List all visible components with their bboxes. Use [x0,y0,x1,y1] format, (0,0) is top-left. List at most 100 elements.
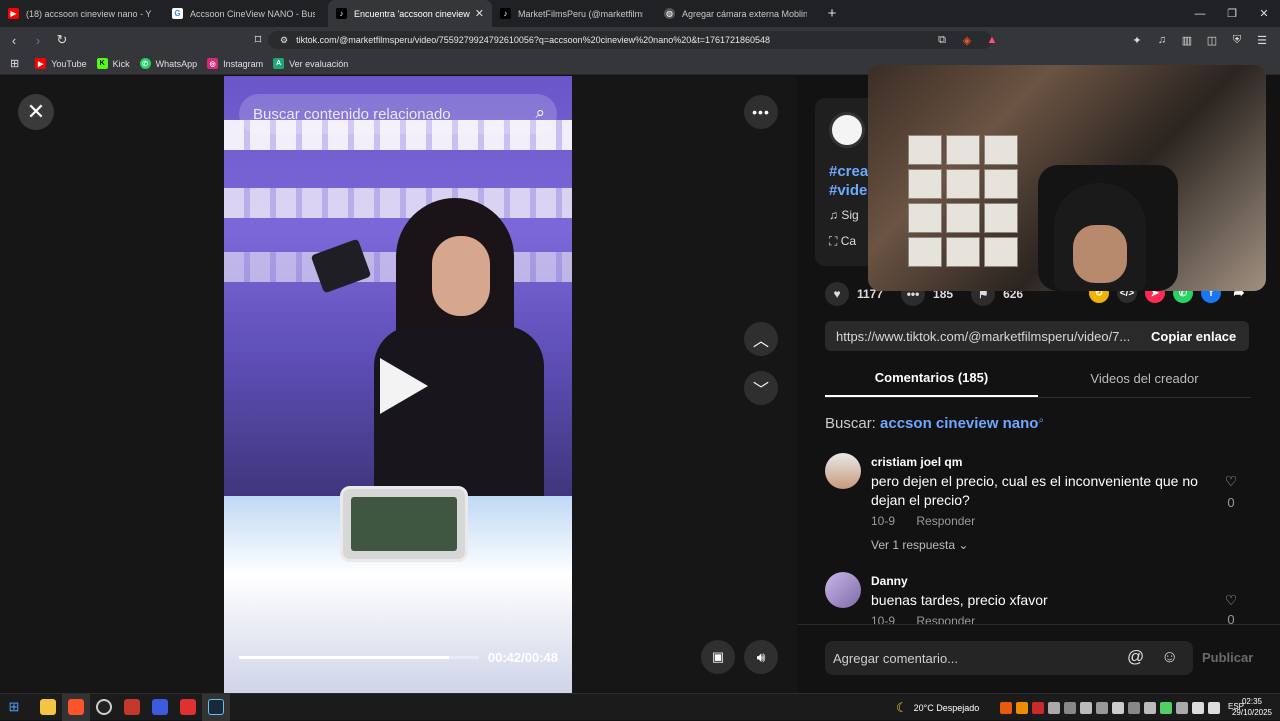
media-icon[interactable]: ♫ [1154,31,1170,49]
tab-moblin[interactable]: ◍ Agregar cámara externa Moblin [656,0,820,27]
reply-button[interactable]: Responder [916,514,975,528]
share-link-text[interactable]: https://www.tiktok.com/@marketfilmsperu/… [825,329,1143,344]
tray-icon[interactable] [1160,701,1172,714]
tab-tiktok-search[interactable]: ♪ Encuentra 'accsoon cineview nano' ✕ [328,0,492,27]
tray-icon[interactable] [1128,701,1140,714]
tray-icon[interactable] [1112,701,1124,714]
close-tab-icon[interactable]: ✕ [475,7,484,20]
minimize-icon[interactable]: — [1184,0,1216,27]
publish-button[interactable]: Publicar [1202,650,1253,665]
comment-like-icon[interactable]: ♡ [1223,592,1239,609]
more-options-button[interactable]: ••• [744,95,778,129]
menu-icon[interactable]: ☰ [1254,31,1270,49]
avatar[interactable] [825,572,861,608]
volume-button[interactable]: 🔊︎ [744,640,778,674]
obs-icon[interactable] [90,694,118,721]
volume-tray-icon[interactable] [1208,701,1220,714]
previous-video-button[interactable]: ︿ [744,322,778,356]
tray-icon[interactable] [1144,701,1156,714]
hashtag-link[interactable]: #crea [829,162,868,181]
emoji-icon[interactable]: ☺ [1161,647,1178,667]
clock[interactable]: 02:35 29/10/2025 [1232,696,1272,718]
start-icon[interactable]: ⊞ [0,694,28,721]
music-link[interactable]: ♫ Sig [829,208,859,222]
bookmark-label: Ver evaluación [289,58,349,69]
app-icon[interactable] [146,694,174,721]
mention-icon[interactable]: @ [1127,647,1144,667]
capcut-link[interactable]: ⛶ Ca [829,234,856,249]
bookmark-whatsapp[interactable]: ✆ WhatsApp [139,58,197,69]
tray-icon[interactable] [1000,701,1012,714]
wifi-icon[interactable] [1192,701,1204,714]
video-player[interactable]: Buscar contenido relacionado ⌕ 00:42/00:… [224,76,572,693]
tray-icon[interactable] [1064,701,1076,714]
view-replies-button[interactable]: Ver 1 respuesta ⌄ [871,538,968,552]
bookmark-youtube[interactable]: ▶ YouTube [35,58,87,69]
app-red-icon[interactable] [174,694,202,721]
file-explorer-icon[interactable] [34,694,62,721]
tab-youtube[interactable]: ▶ (18) accsoon cineview nano - YouTube [0,0,164,27]
tab-marketfilms[interactable]: ♪ MarketFilmsPeru (@marketfilmsperu) [492,0,656,27]
comment-date: 10-9 [871,614,896,624]
add-comment-input[interactable]: Agregar comentario... @ ☺ [825,641,1193,675]
creator-avatar[interactable] [829,112,865,148]
copy-link-button[interactable]: Copiar enlace [1151,329,1236,344]
next-video-button[interactable]: ﹀ [744,371,778,405]
tray-icon[interactable] [1176,701,1188,714]
tray-icon[interactable] [1048,701,1060,714]
video-progress-bar[interactable] [239,656,479,659]
bookmark-evaluacion[interactable]: A Ver evaluación [273,58,348,69]
tab-comments[interactable]: Comentarios (185) [825,360,1038,397]
rewards-icon[interactable]: ▲ [984,31,1000,49]
back-icon[interactable]: ‹ [4,30,24,50]
comment-author[interactable]: Danny [871,574,908,588]
close-window-icon[interactable]: ✕ [1248,0,1280,27]
voicemeeter-icon[interactable] [118,694,146,721]
play-icon[interactable] [380,358,428,414]
avatar[interactable] [825,453,861,489]
new-tab-button[interactable]: + [820,0,844,27]
puzzle-icon[interactable]: ✦ [1129,31,1145,49]
tray-icon[interactable] [1096,701,1108,714]
tray-icon[interactable] [1080,701,1092,714]
search-prefix: Buscar: [825,415,876,432]
search-icon[interactable]: ⌕ [535,103,545,123]
wallet-icon[interactable]: ◫ [1204,31,1220,49]
sidebar-icon[interactable]: ▥ [1179,31,1195,49]
view-replies-label: Ver 1 respuesta [871,538,956,552]
comment-author[interactable]: cristiam joel qm [871,455,962,469]
miniplayer-button[interactable]: ▣ [701,640,735,674]
brave-icon[interactable] [62,693,90,721]
site-info-icon[interactable]: ⚙ [280,35,288,46]
restore-icon[interactable]: ❐ [1216,0,1248,27]
bookmark-icon[interactable]: ⌑ [248,30,268,50]
search-term-link[interactable]: accson cineview nano [880,415,1038,432]
comment-like-icon[interactable]: ♡ [1223,473,1239,490]
person-figure [432,236,490,316]
tray-icon[interactable] [1016,701,1028,714]
related-search-input[interactable]: Buscar contenido relacionado ⌕ [239,94,557,134]
bookmark-instagram[interactable]: ◎ Instagram [207,58,263,69]
steam-icon[interactable] [202,693,230,721]
tab-label: (18) accsoon cineview nano - YouTube [26,8,151,19]
tab-label: Encuentra 'accsoon cineview nano' [354,8,470,19]
bookmark-kick[interactable]: K Kick [96,58,130,69]
vpn-icon[interactable]: ⛨ [1229,31,1245,49]
tray-icon[interactable] [1032,701,1044,714]
apps-icon[interactable]: ⊞ [10,57,19,70]
url-field[interactable]: ⚙ tiktok.com/@marketfilmsperu/video/7559… [268,31,992,49]
comment-like-count: 0 [1227,612,1235,624]
close-video-button[interactable]: ✕ [18,94,54,130]
weather-widget[interactable]: ☾ 20°C Despejado [896,694,979,721]
hashtag-link[interactable]: #vide [829,181,868,200]
globe-favicon-icon: ◍ [664,8,675,19]
brave-shield-icon[interactable]: ◈ [959,31,975,49]
tab-google[interactable]: G Accsoon CineView NANO - Buscar con Goo… [164,0,328,27]
capcut-icon: ⛶ [829,234,841,248]
extensions-icon[interactable]: ⧉ [934,31,950,49]
heart-icon[interactable]: ♥ [825,282,849,306]
reply-button[interactable]: Responder [916,614,975,624]
reload-icon[interactable]: ↻ [52,30,72,50]
forward-icon[interactable]: › [28,30,48,50]
tab-creator-videos[interactable]: Videos del creador [1038,360,1251,397]
